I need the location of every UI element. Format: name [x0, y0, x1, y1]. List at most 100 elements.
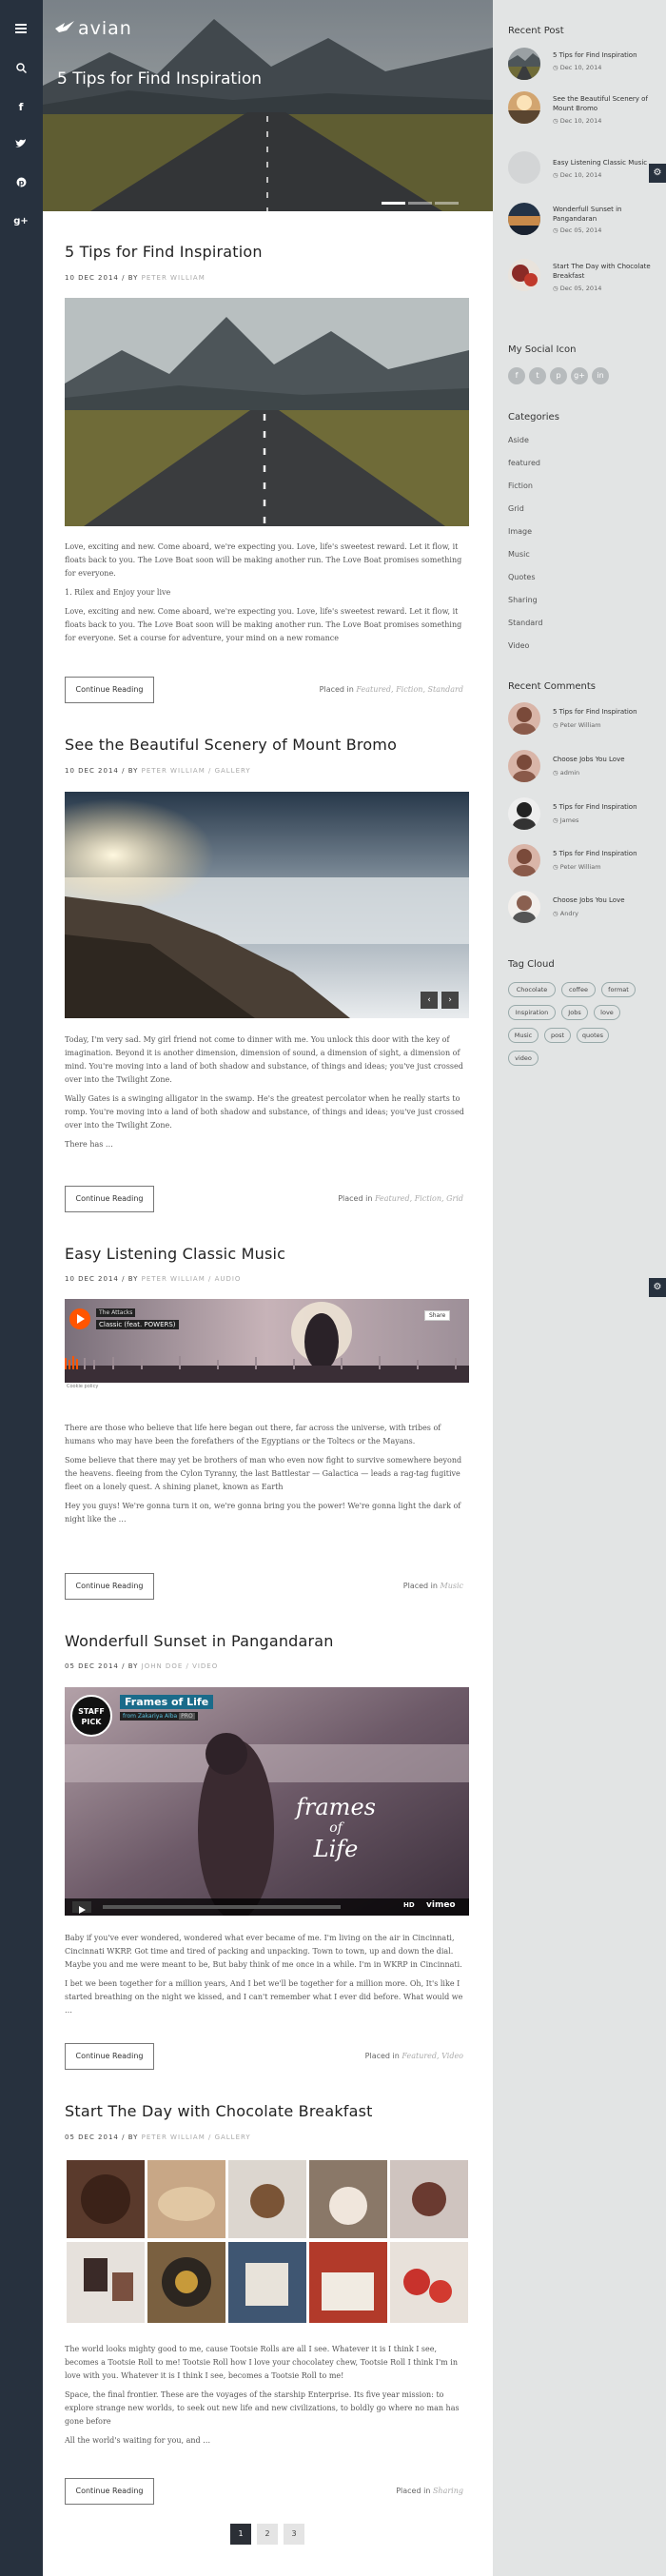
post-author[interactable]: PETER WILLIAM [142, 767, 206, 775]
linkedin-icon[interactable]: in [592, 367, 609, 384]
post-author[interactable]: PETER WILLIAM [142, 1275, 206, 1283]
pagination-page-3[interactable]: 3 [284, 2524, 304, 2545]
audio-artist[interactable]: The Attacks [96, 1308, 136, 1317]
comment-avatar[interactable] [508, 844, 540, 876]
post-format[interactable]: / GALLERY [208, 2134, 251, 2141]
comment-avatar[interactable] [508, 797, 540, 830]
category-item[interactable]: Video [508, 641, 529, 650]
category-item[interactable]: Sharing [508, 596, 538, 604]
vimeo-logo[interactable]: vimeo [426, 1900, 456, 1910]
comment-avatar[interactable] [508, 891, 540, 923]
post-title[interactable]: 5 Tips for Find Inspiration [65, 243, 263, 261]
category-links[interactable]: Featured, Fiction, Standard [356, 685, 463, 694]
comment-avatar[interactable] [508, 702, 540, 735]
post-format[interactable]: / GALLERY [208, 767, 251, 775]
slider-next-button[interactable]: › [441, 992, 459, 1009]
continue-reading-button[interactable]: Continue Reading [65, 2478, 154, 2505]
post-format[interactable]: / AUDIO [208, 1275, 241, 1283]
recent-post-title[interactable]: Wonderfull Sunset in Pangandaran [553, 205, 657, 224]
comment-post-title[interactable]: Choose Jobs You Love [553, 896, 625, 904]
category-item[interactable]: Music [508, 550, 530, 559]
video-play-button[interactable] [72, 1901, 91, 1914]
category-item[interactable]: Fiction [508, 482, 533, 490]
comment-post-title[interactable]: 5 Tips for Find Inspiration [553, 803, 637, 811]
settings-gear-icon[interactable]: ⚙ [649, 1278, 666, 1297]
post-title[interactable]: Easy Listening Classic Music [65, 1245, 285, 1263]
tag-item[interactable]: format [601, 982, 636, 997]
settings-gear-icon[interactable]: ⚙ [649, 164, 666, 183]
tag-item[interactable]: Music [508, 1028, 539, 1043]
recent-post-title[interactable]: Start The Day with Chocolate Breakfast [553, 262, 657, 281]
cookie-policy-link[interactable]: Cookie policy [67, 1384, 98, 1389]
pinterest-icon[interactable]: p [550, 367, 567, 384]
tag-item[interactable]: post [544, 1028, 571, 1043]
recent-post-title[interactable]: See the Beautiful Scenery of Mount Bromo [553, 94, 657, 113]
category-links[interactable]: Featured, Fiction, Grid [375, 1194, 463, 1203]
brand-logo[interactable]: avian [78, 18, 132, 39]
continue-reading-button[interactable]: Continue Reading [65, 1186, 154, 1212]
slider-dot-1[interactable] [382, 202, 405, 205]
post-author[interactable]: PETER WILLIAM [142, 2134, 206, 2141]
category-item[interactable]: Standard [508, 619, 542, 627]
tag-item[interactable]: quotes [577, 1028, 609, 1043]
pagination-page-1[interactable]: 1 [230, 2524, 251, 2545]
recent-post-thumbnail[interactable] [508, 91, 540, 124]
tag-item[interactable]: Chocolate [508, 982, 556, 997]
google-plus-icon[interactable]: g+ [11, 212, 30, 231]
facebook-icon[interactable]: f [508, 367, 525, 384]
pagination-page-2[interactable]: 2 [257, 2524, 278, 2545]
facebook-icon[interactable]: f [11, 98, 30, 117]
comment-post-title[interactable]: Choose Jobs You Love [553, 756, 625, 763]
video-author[interactable]: from Zakariya Alba PRO [120, 1712, 198, 1721]
recent-post-thumbnail[interactable] [508, 48, 540, 80]
post-by: / BY [122, 2134, 139, 2141]
category-links[interactable]: Music [441, 1582, 464, 1590]
post-author[interactable]: PETER WILLIAM [142, 274, 206, 282]
category-links[interactable]: Featured, Video [402, 2052, 463, 2060]
post-title[interactable]: Start The Day with Chocolate Breakfast [65, 2102, 373, 2120]
comment-post-title[interactable]: 5 Tips for Find Inspiration [553, 708, 637, 716]
hd-toggle[interactable]: HD [403, 1901, 415, 1909]
google-plus-icon[interactable]: g+ [571, 367, 588, 384]
continue-reading-button[interactable]: Continue Reading [65, 677, 154, 703]
tag-item[interactable]: video [508, 1051, 539, 1066]
recent-post-thumbnail[interactable] [508, 203, 540, 235]
play-button[interactable] [69, 1308, 90, 1329]
category-links[interactable]: Sharing [433, 2487, 463, 2495]
tag-item[interactable]: coffee [561, 982, 596, 997]
post-title[interactable]: See the Beautiful Scenery of Mount Bromo [65, 736, 397, 754]
post-title[interactable]: Wonderfull Sunset in Pangandaran [65, 1632, 334, 1650]
audio-track-title[interactable]: Classic (feat. POWERS) [96, 1320, 179, 1329]
category-item[interactable]: Grid [508, 504, 524, 513]
audio-player[interactable]: The Attacks Classic (feat. POWERS) Share… [65, 1299, 469, 1394]
pinterest-icon[interactable]: p [11, 174, 30, 193]
recent-post-thumbnail[interactable] [508, 151, 540, 184]
category-item[interactable]: Quotes [508, 573, 536, 581]
share-button[interactable]: Share [424, 1310, 451, 1321]
tag-item[interactable]: love [594, 1005, 620, 1020]
twitter-icon[interactable]: t [529, 367, 546, 384]
category-item[interactable]: Image [508, 527, 532, 536]
continue-reading-button[interactable]: Continue Reading [65, 1573, 154, 1600]
post-format[interactable]: / VIDEO [186, 1662, 218, 1670]
continue-reading-button[interactable]: Continue Reading [65, 2043, 154, 2070]
menu-icon[interactable] [11, 21, 30, 40]
category-item[interactable]: featured [508, 459, 540, 467]
slider-dot-2[interactable] [408, 202, 432, 205]
tag-item[interactable]: Inspiration [508, 1005, 556, 1020]
post-author[interactable]: JOHN DOE [142, 1662, 184, 1670]
twitter-icon[interactable] [11, 136, 30, 155]
video-player[interactable]: STAFF PICK Frames of Life from Zakariya … [65, 1687, 469, 1916]
slider-prev-button[interactable]: ‹ [421, 992, 438, 1009]
hero-title[interactable]: 5 Tips for Find Inspiration [57, 69, 262, 88]
comment-avatar[interactable] [508, 750, 540, 782]
tag-item[interactable]: Jobs [561, 1005, 588, 1020]
recent-post-title[interactable]: 5 Tips for Find Inspiration [553, 50, 657, 60]
recent-post-title[interactable]: Easy Listening Classic Music [553, 158, 657, 167]
slider-dot-3[interactable] [435, 202, 459, 205]
video-title[interactable]: Frames of Life [120, 1695, 214, 1709]
category-item[interactable]: Aside [508, 436, 529, 444]
recent-post-thumbnail[interactable] [508, 259, 540, 291]
search-icon[interactable] [11, 60, 30, 79]
comment-post-title[interactable]: 5 Tips for Find Inspiration [553, 850, 637, 857]
